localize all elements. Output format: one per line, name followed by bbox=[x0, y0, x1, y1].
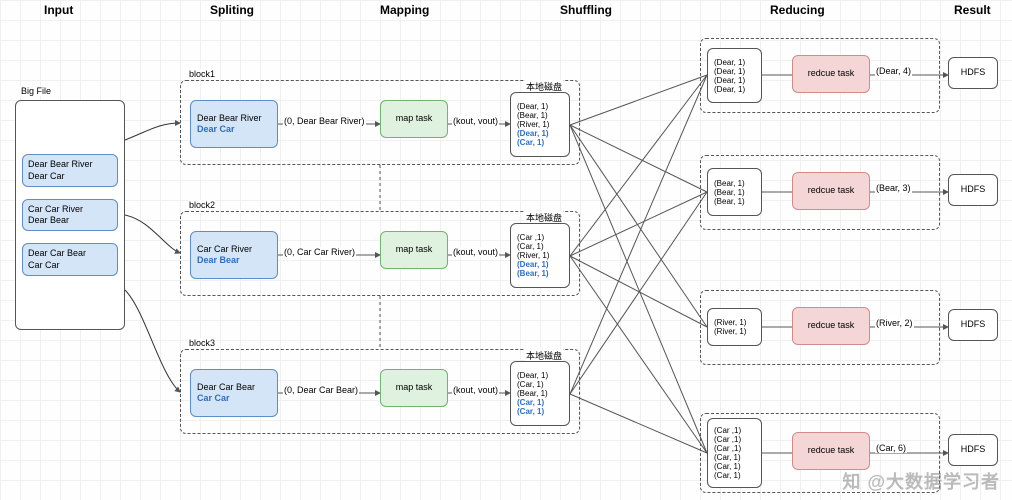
emit-row: (Bear, 1) bbox=[714, 179, 755, 188]
block2-mapin: (0, Car Car River) bbox=[283, 247, 356, 257]
block-label: block2 bbox=[188, 200, 216, 210]
block3-emit: (Dear, 1) (Car, 1) (Bear, 1) (Car, 1) (C… bbox=[510, 361, 570, 426]
block2-emit: (Car ,1) (Car, 1) (River, 1) (Dear, 1) (… bbox=[510, 223, 570, 288]
emit-row: (River, 1) bbox=[517, 120, 563, 129]
block3-split: Dear Car Bear Car Car bbox=[190, 369, 278, 417]
stage-result: Result bbox=[954, 3, 991, 17]
stage-reducing: Reducing bbox=[770, 3, 825, 17]
block1-mapout: (kout, vout) bbox=[452, 116, 499, 126]
split-line: Dear Car bbox=[197, 124, 271, 135]
emit-row: (Dear, 1) bbox=[714, 76, 755, 85]
block1-split: Dear Bear River Dear Car bbox=[190, 100, 278, 148]
emit-row: (Bear, 1) bbox=[714, 197, 755, 206]
emit-row: (Car ,1) bbox=[714, 426, 755, 435]
watermark: 知 @大数据学习者 bbox=[842, 468, 1000, 494]
bigfile-slice: Dear Bear River Dear Car bbox=[22, 154, 118, 187]
emit-row: (Car, 1) bbox=[714, 471, 755, 480]
stage-mapping: Mapping bbox=[380, 3, 429, 17]
emit-row: (Bear, 1) bbox=[517, 269, 563, 278]
emit-row: (Car, 1) bbox=[517, 242, 563, 251]
emit-row: (Car ,1) bbox=[517, 233, 563, 242]
emit-row: (River, 1) bbox=[517, 251, 563, 260]
emit-row: (Car, 1) bbox=[714, 462, 755, 471]
reducer-car-task: redcue task bbox=[792, 432, 870, 470]
block1-emit: (Dear, 1) (Bear, 1) (River, 1) (Dear, 1)… bbox=[510, 92, 570, 157]
mapreduce-diagram: Input Spliting Mapping Shuffling Reducin… bbox=[0, 0, 1012, 500]
emit-row: (Dear, 1) bbox=[517, 371, 563, 380]
block3-mapout: (kout, vout) bbox=[452, 385, 499, 395]
emit-row: (Dear, 1) bbox=[517, 129, 563, 138]
bigfile-slice: Dear Car Bear Car Car bbox=[22, 243, 118, 276]
emit-row: (River, 1) bbox=[714, 318, 755, 327]
bigfile: Dear Bear River Dear Car Car Car River D… bbox=[15, 100, 125, 330]
split-line: Dear Car Bear bbox=[197, 382, 271, 393]
reducer-river-task: redcue task bbox=[792, 307, 870, 345]
block2-split: Car Car River Dear Bear bbox=[190, 231, 278, 279]
block-label: block3 bbox=[188, 338, 216, 348]
reducer-river-out: (River, 2) bbox=[875, 318, 914, 328]
emit-row: (Car, 1) bbox=[517, 407, 563, 416]
emit-row: (Dear, 1) bbox=[517, 102, 563, 111]
emit-row: (Dear, 1) bbox=[714, 58, 755, 67]
emit-row: (Car, 1) bbox=[517, 138, 563, 147]
reducer-river-inputs: (River, 1) (River, 1) bbox=[707, 308, 762, 346]
emit-row: (Car, 1) bbox=[517, 380, 563, 389]
emit-row: (Car ,1) bbox=[714, 444, 755, 453]
result-dear: HDFS bbox=[948, 57, 998, 89]
block1-maptask: map task bbox=[380, 100, 448, 138]
reducer-dear-out: (Dear, 4) bbox=[875, 66, 912, 76]
block-label: block1 bbox=[188, 69, 216, 79]
result-car: HDFS bbox=[948, 434, 998, 466]
reducer-dear-inputs: (Dear, 1) (Dear, 1) (Dear, 1) (Dear, 1) bbox=[707, 48, 762, 103]
split-line: Car Car bbox=[197, 393, 271, 404]
emit-row: (Bear, 1) bbox=[517, 111, 563, 120]
bigfile-label: Big File bbox=[20, 86, 52, 96]
split-line: Dear Bear River bbox=[197, 113, 271, 124]
reducer-car-inputs: (Car ,1) (Car ,1) (Car ,1) (Car, 1) (Car… bbox=[707, 418, 762, 488]
emit-row: (Dear, 1) bbox=[714, 67, 755, 76]
emit-row: (Dear, 1) bbox=[517, 260, 563, 269]
block2-mapout: (kout, vout) bbox=[452, 247, 499, 257]
result-river: HDFS bbox=[948, 309, 998, 341]
stage-input: Input bbox=[44, 3, 73, 17]
emit-row: (Car ,1) bbox=[714, 435, 755, 444]
split-line: Dear Bear bbox=[197, 255, 271, 266]
stage-splitting: Spliting bbox=[210, 3, 254, 17]
block3-maptask: map task bbox=[380, 369, 448, 407]
emit-row: (Car, 1) bbox=[517, 398, 563, 407]
split-line: Car Car River bbox=[197, 244, 271, 255]
block1-mapin: (0, Dear Bear River) bbox=[283, 116, 366, 126]
reducer-dear-task: redcue task bbox=[792, 55, 870, 93]
emit-row: (Car, 1) bbox=[714, 453, 755, 462]
block3-mapin: (0, Dear Car Bear) bbox=[283, 385, 359, 395]
result-bear: HDFS bbox=[948, 174, 998, 206]
reducer-car-out: (Car, 6) bbox=[875, 443, 907, 453]
block2-maptask: map task bbox=[380, 231, 448, 269]
reducer-bear-out: (Bear, 3) bbox=[875, 183, 912, 193]
reducer-bear-inputs: (Bear, 1) (Bear, 1) (Bear, 1) bbox=[707, 168, 762, 216]
reducer-bear-task: redcue task bbox=[792, 172, 870, 210]
emit-row: (Bear, 1) bbox=[714, 188, 755, 197]
emit-row: (River, 1) bbox=[714, 327, 755, 336]
bigfile-slice: Car Car River Dear Bear bbox=[22, 199, 118, 232]
emit-row: (Dear, 1) bbox=[714, 85, 755, 94]
emit-row: (Bear, 1) bbox=[517, 389, 563, 398]
stage-shuffling: Shuffling bbox=[560, 3, 612, 17]
